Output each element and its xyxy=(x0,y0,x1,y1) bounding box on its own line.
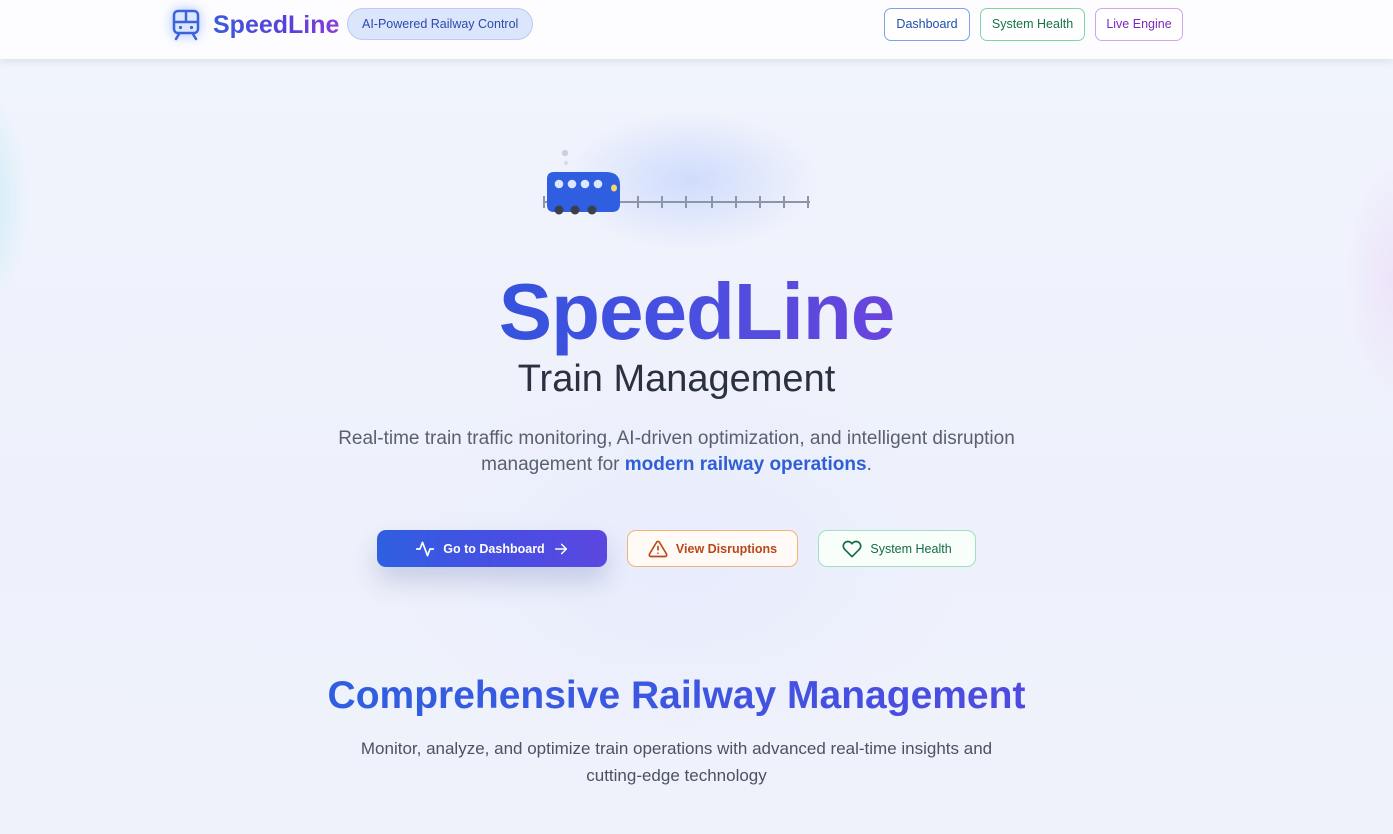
top-navbar: SpeedLine AI-Powered Railway Control Das… xyxy=(0,0,1393,59)
hero-title: SpeedLine xyxy=(498,267,896,356)
arrow-right-icon xyxy=(553,541,569,557)
hero-description-end: . xyxy=(866,454,872,475)
brand-name[interactable]: SpeedLine xyxy=(213,10,339,40)
section-title: Comprehensive Railway Management xyxy=(327,674,1026,717)
view-disruptions-label: View Disruptions xyxy=(675,541,778,556)
brand-badge: AI-Powered Railway Control xyxy=(347,8,534,40)
system-health-label: System Health xyxy=(870,541,952,556)
nav-system-health-button[interactable]: System Health xyxy=(980,8,1085,41)
landing-page: SpeedLine AI-Powered Railway Control Das… xyxy=(0,0,1393,834)
go-to-dashboard-label: Go to Dashboard xyxy=(443,541,545,556)
system-health-button[interactable]: System Health xyxy=(818,530,976,567)
hero-description-highlight: modern railway operations xyxy=(624,454,867,475)
train-icon[interactable] xyxy=(171,9,201,41)
hero-subtitle: Train Management xyxy=(517,358,836,400)
activity-icon xyxy=(415,539,435,559)
go-to-dashboard-button[interactable]: Go to Dashboard xyxy=(377,530,607,567)
nav-live-engine-button[interactable]: Live Engine xyxy=(1095,8,1183,41)
heart-icon xyxy=(842,539,862,559)
train-illustration xyxy=(540,145,815,217)
hero-description: Real-time train traffic monitoring, AI-d… xyxy=(320,426,1033,478)
view-disruptions-button[interactable]: View Disruptions xyxy=(627,530,798,567)
alert-triangle-icon xyxy=(648,539,668,559)
section-description: Monitor, analyze, and optimize train ope… xyxy=(360,739,993,785)
nav-dashboard-button[interactable]: Dashboard xyxy=(884,8,970,41)
